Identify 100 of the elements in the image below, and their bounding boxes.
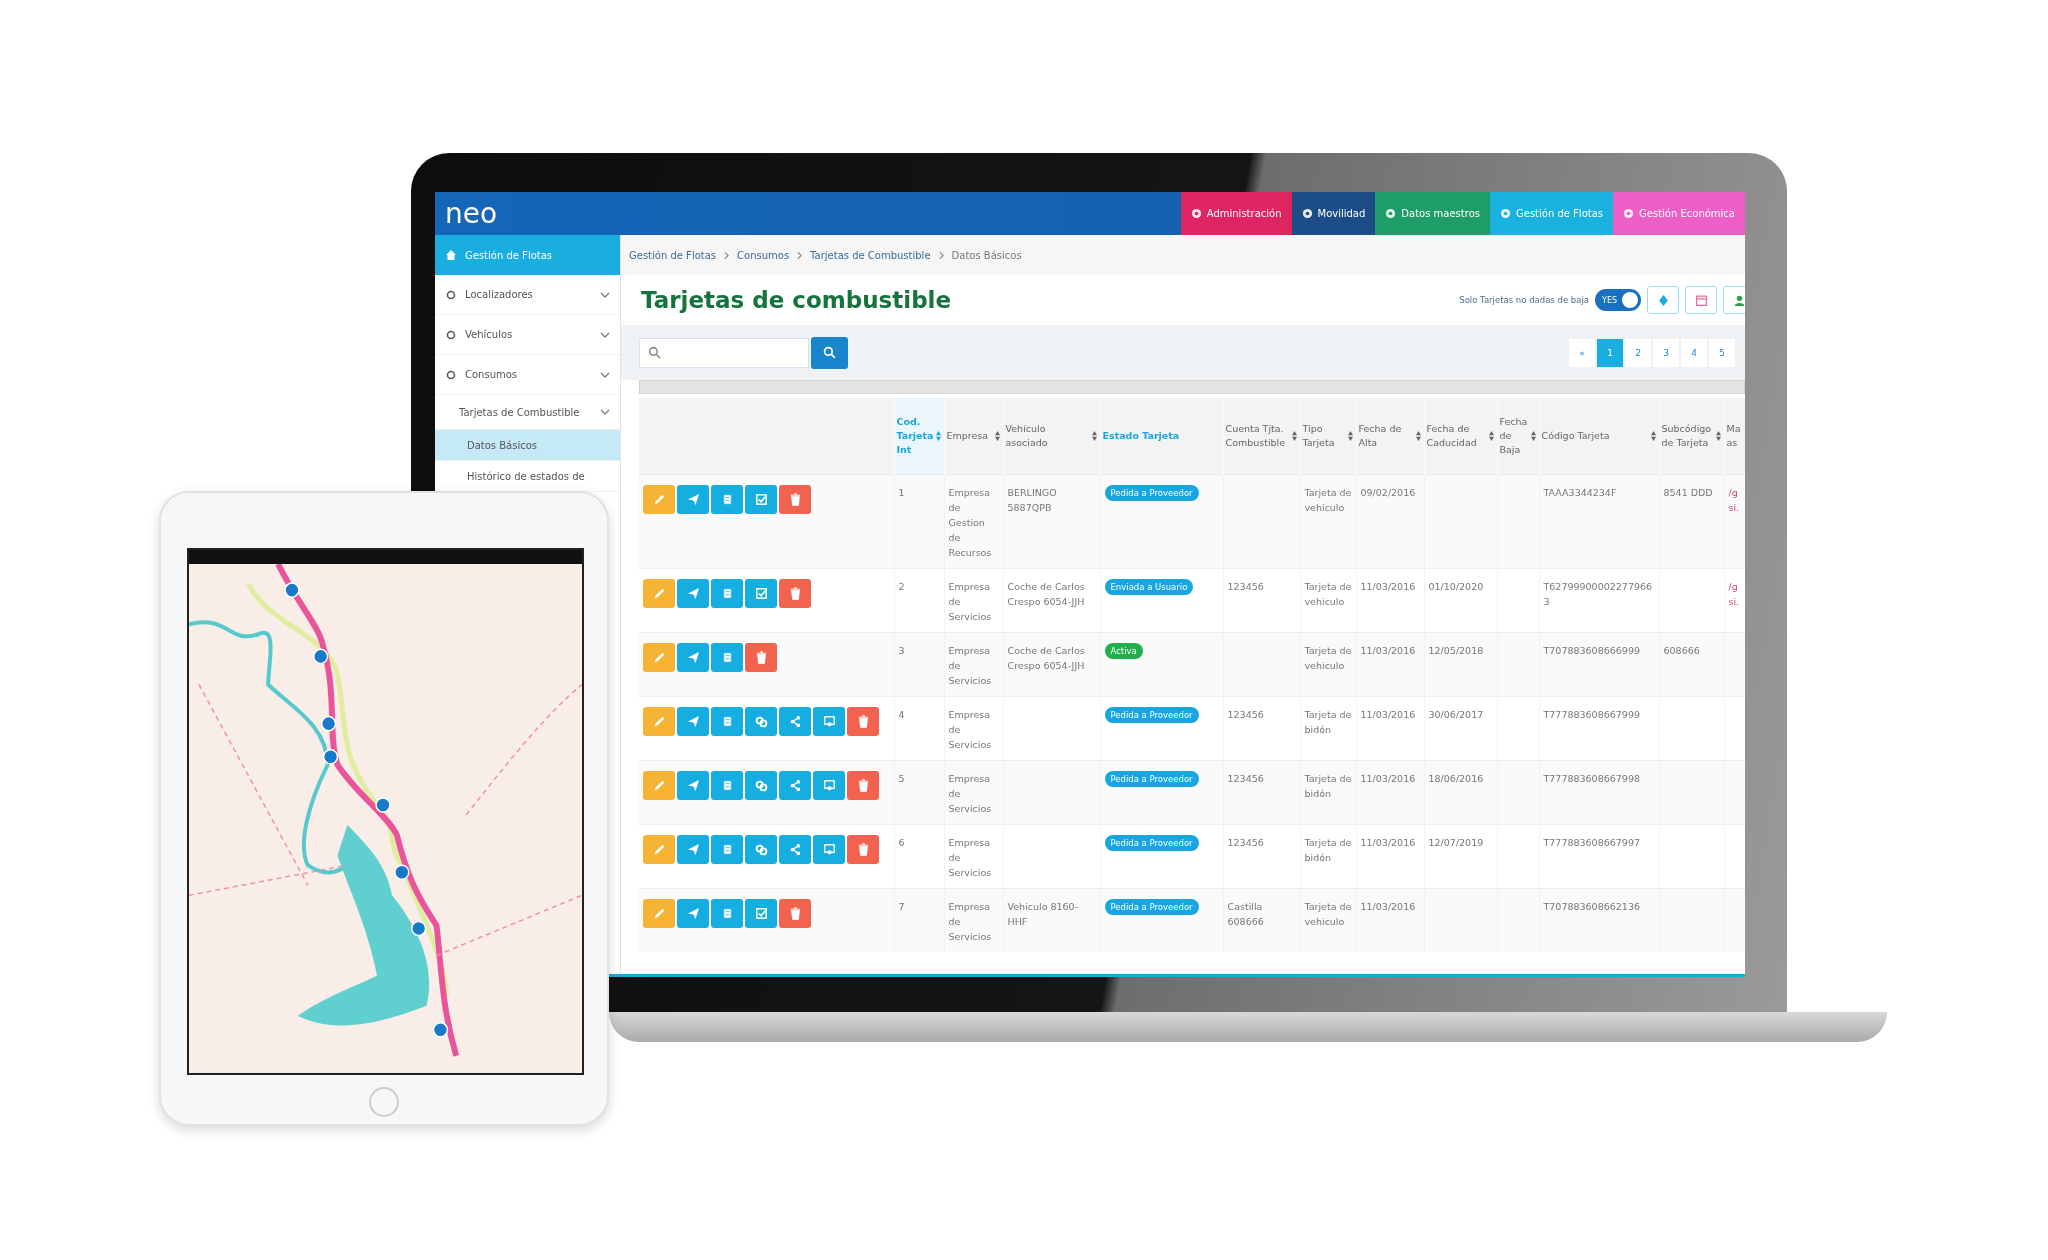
- module-tab[interactable]: Datos maestros: [1375, 192, 1490, 235]
- status-badge: Enviada a Usuario: [1104, 579, 1194, 595]
- action-button[interactable]: [847, 835, 879, 864]
- table-cell: Tarjeta de vehiculo: [1304, 901, 1352, 927]
- module-tab[interactable]: Administración: [1180, 192, 1292, 235]
- table-cell: 3: [898, 645, 905, 656]
- action-button[interactable]: [677, 899, 709, 928]
- sort-icon[interactable]: [1091, 431, 1097, 441]
- sort-icon[interactable]: [1530, 431, 1536, 441]
- action-button[interactable]: [711, 899, 743, 928]
- action-button[interactable]: [643, 899, 675, 928]
- table-cell: Empresa de Servicios: [948, 581, 992, 622]
- action-button[interactable]: [643, 579, 675, 608]
- page-button[interactable]: 3: [1653, 338, 1679, 367]
- action-button[interactable]: [847, 771, 879, 800]
- action-button[interactable]: [745, 899, 777, 928]
- action-button[interactable]: [677, 835, 709, 864]
- link-text[interactable]: /g si.: [1728, 485, 1741, 515]
- paper-plane-icon: [685, 778, 701, 793]
- chevron-icon: [797, 250, 803, 260]
- table-cell: 1: [898, 487, 905, 498]
- page-button[interactable]: 2: [1625, 338, 1651, 367]
- sidebar-item[interactable]: Vehículos: [435, 315, 620, 355]
- action-button[interactable]: [677, 771, 709, 800]
- search-field[interactable]: [639, 337, 809, 368]
- action-button[interactable]: [779, 707, 811, 736]
- table-cell: 2: [898, 581, 905, 592]
- sort-icon[interactable]: [1291, 431, 1297, 441]
- action-button[interactable]: [745, 771, 777, 800]
- breadcrumb-link[interactable]: Tarjetas de Combustible: [810, 249, 931, 261]
- status-badge: Pedida a Proveedor: [1104, 899, 1199, 915]
- action-button[interactable]: [813, 771, 845, 800]
- check-icon: [753, 586, 769, 601]
- action-button[interactable]: [745, 485, 777, 514]
- sort-icon[interactable]: [1650, 431, 1656, 442]
- action-button[interactable]: [779, 485, 811, 514]
- sort-icon[interactable]: [935, 431, 941, 441]
- page-button[interactable]: 5: [1709, 338, 1735, 367]
- search-button[interactable]: [811, 336, 848, 369]
- action-button[interactable]: [643, 835, 675, 864]
- action-button[interactable]: [643, 707, 675, 736]
- sort-icon[interactable]: [994, 431, 1000, 442]
- action-button[interactable]: [711, 643, 743, 672]
- table-cell: 18/06/2016: [1428, 773, 1484, 784]
- action-button[interactable]: [643, 643, 675, 672]
- action-button[interactable]: [677, 485, 709, 514]
- menu-icon: [445, 368, 457, 381]
- table-cell: 11/03/2016: [1360, 901, 1416, 912]
- column-header[interactable]: Empresa: [946, 429, 992, 444]
- table-cell: Tarjeta de bidón: [1304, 773, 1352, 799]
- table-cell: Tarjeta de vehiculo: [1304, 645, 1352, 671]
- action-button[interactable]: [711, 579, 743, 608]
- toggle-switch[interactable]: YES: [1595, 289, 1641, 311]
- action-button[interactable]: [711, 485, 743, 514]
- action-button[interactable]: [745, 579, 777, 608]
- module-tab[interactable]: Gestión Económica: [1613, 192, 1745, 235]
- table-cell: 123456: [1227, 773, 1264, 784]
- action-button[interactable]: [779, 771, 811, 800]
- column-header[interactable]: Código Tarjeta: [1541, 429, 1648, 444]
- module-tab[interactable]: Movilidad: [1291, 192, 1376, 235]
- action-button[interactable]: [779, 579, 811, 608]
- action-button[interactable]: [677, 643, 709, 672]
- page-button[interactable]: 4: [1681, 338, 1707, 367]
- action-button[interactable]: [677, 707, 709, 736]
- action-button[interactable]: [745, 707, 777, 736]
- breadcrumb-link[interactable]: Datos Básicos: [951, 249, 1022, 261]
- link-text[interactable]: /g si.: [1728, 579, 1741, 609]
- table-cell: Tarjeta de bidón: [1304, 709, 1352, 735]
- chevron-icon: [600, 291, 610, 298]
- action-button[interactable]: [847, 707, 879, 736]
- action-button[interactable]: [779, 899, 811, 928]
- table-cell: 01/10/2020: [1428, 581, 1484, 592]
- action-button[interactable]: [643, 485, 675, 514]
- toolbar-button[interactable]: [1685, 286, 1717, 314]
- table-cell: Tarjeta de vehiculo: [1304, 581, 1352, 607]
- breadcrumb-link[interactable]: Gestión de Flotas: [629, 249, 717, 261]
- table-cell: 12/07/2019: [1428, 837, 1484, 848]
- action-button[interactable]: [779, 835, 811, 864]
- sort-icon[interactable]: [1415, 431, 1421, 441]
- sidebar-item[interactable]: Datos Básicos: [435, 430, 620, 461]
- sort-icon[interactable]: [1715, 431, 1721, 441]
- breadcrumb-link[interactable]: Consumos: [737, 249, 790, 261]
- action-button[interactable]: [711, 707, 743, 736]
- scrollbar[interactable]: [639, 380, 1745, 394]
- sort-icon[interactable]: [1488, 431, 1494, 441]
- sidebar-item[interactable]: Consumos: [435, 355, 620, 395]
- sort-icon[interactable]: [1347, 431, 1353, 441]
- action-button[interactable]: [813, 707, 845, 736]
- action-button[interactable]: [813, 835, 845, 864]
- toolbar-button[interactable]: [1647, 286, 1679, 314]
- page-button[interactable]: «: [1569, 338, 1595, 367]
- action-button[interactable]: [745, 835, 777, 864]
- action-button[interactable]: [643, 771, 675, 800]
- table-cell: 123456: [1227, 709, 1264, 720]
- sidebar-item[interactable]: Localizadores: [435, 275, 620, 315]
- action-button[interactable]: [711, 771, 743, 800]
- table-cell: 123456: [1227, 837, 1264, 848]
- action-button[interactable]: [711, 835, 743, 864]
- action-button[interactable]: [677, 579, 709, 608]
- action-button[interactable]: [745, 643, 777, 672]
